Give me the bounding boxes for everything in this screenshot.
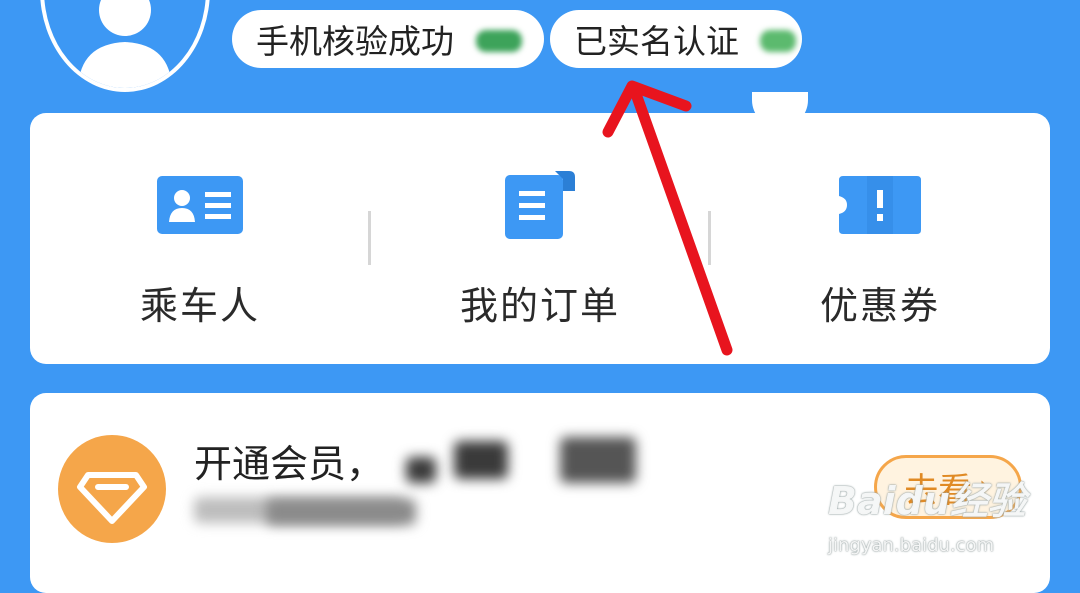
annotation-arrow xyxy=(602,80,733,356)
